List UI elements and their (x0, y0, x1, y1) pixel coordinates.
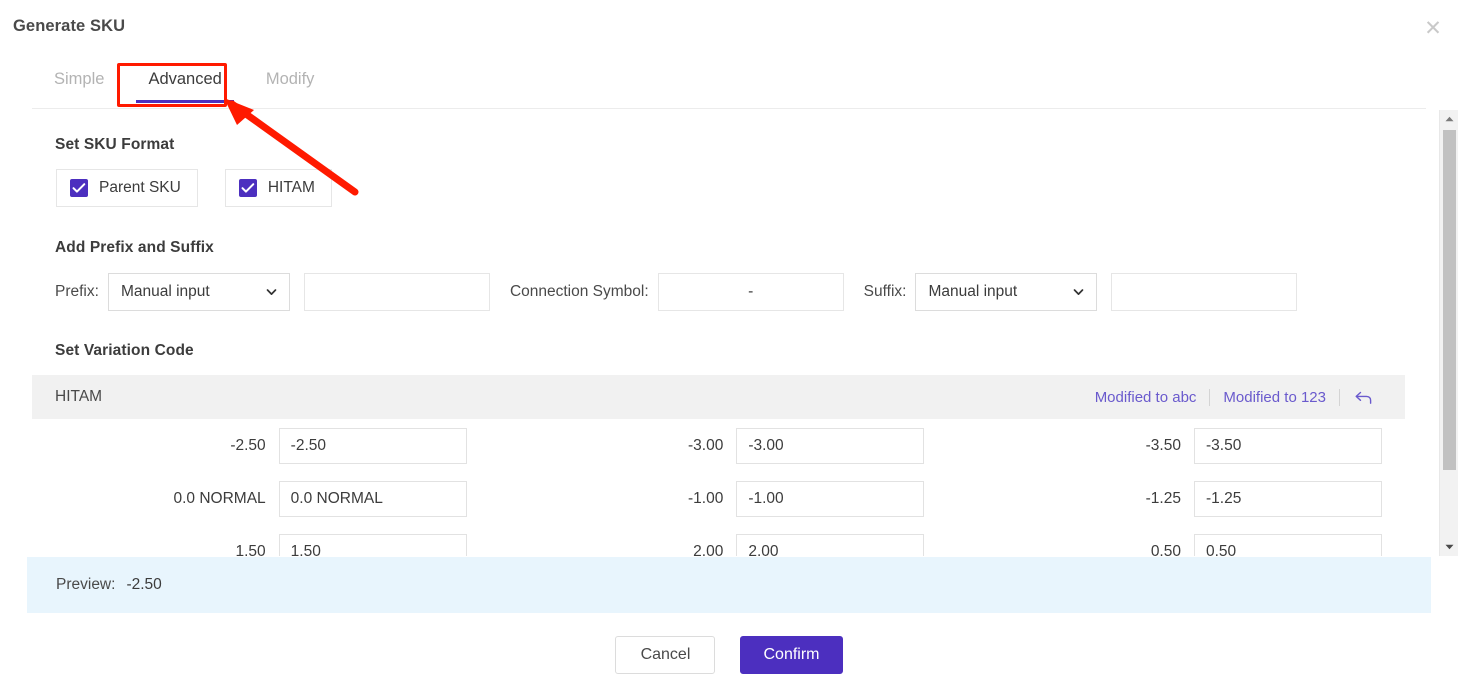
variation-name: 1.50 (235, 542, 266, 557)
prefix-select-value: Manual input (120, 283, 210, 300)
variation-name: 0.0 NORMAL (173, 489, 266, 507)
variation-cell: 0.50 (947, 525, 1405, 556)
prefix-label: Prefix: (55, 283, 99, 300)
variation-name: -1.25 (1145, 489, 1181, 507)
chevron-down-icon (1072, 286, 1085, 299)
tab-modify[interactable]: Modify (244, 62, 337, 103)
preview-bar: Preview: -2.50 (27, 557, 1431, 613)
scrollbar-thumb[interactable] (1443, 130, 1456, 470)
variation-name: 0.50 (1150, 542, 1181, 557)
variation-cell: -3.50 (947, 419, 1405, 472)
undo-arrow-icon[interactable] (1340, 389, 1385, 406)
variation-name: -3.00 (687, 436, 724, 454)
section-title-prefix-suffix: Add Prefix and Suffix (55, 239, 214, 256)
checkbox-hitam-label: HITAM (267, 179, 315, 196)
section-title-variation-code: Set Variation Code (55, 342, 194, 359)
variation-cell: -3.00 (490, 419, 948, 472)
variation-name: 2.00 (693, 542, 724, 557)
prefix-input[interactable] (303, 273, 490, 311)
page-title: Generate SKU (13, 17, 126, 35)
checkmark-icon (70, 179, 88, 197)
dialog-titlebar: Generate SKU ✕ (0, 0, 1458, 56)
checkbox-parent-sku-label: Parent SKU (99, 179, 181, 196)
variation-name: -2.50 (230, 436, 266, 454)
variation-name: -3.50 (1145, 436, 1181, 454)
vertical-scrollbar[interactable] (1439, 110, 1458, 556)
variation-cell: 2.00 (490, 525, 948, 556)
confirm-button[interactable]: Confirm (740, 636, 843, 674)
connection-symbol-label: Connection Symbol: (509, 283, 649, 300)
variation-code-input[interactable] (1193, 480, 1382, 517)
tab-simple[interactable]: Simple (32, 62, 126, 103)
suffix-select-value: Manual input (928, 283, 1018, 300)
variation-cell: 0.0 NORMAL (32, 472, 490, 525)
preview-label: Preview: (56, 576, 116, 593)
variation-cell: 1.50 (32, 525, 490, 556)
chevron-down-icon (265, 286, 278, 299)
variation-code-input[interactable] (736, 533, 925, 556)
suffix-label: Suffix: (863, 283, 907, 300)
variation-header-actions: Modified to abc Modified to 123 (1082, 388, 1385, 406)
preview-value: -2.50 (126, 576, 162, 593)
scroll-up-arrow-icon[interactable] (1440, 110, 1458, 128)
connection-symbol-input[interactable] (657, 273, 844, 311)
variation-cell: -1.00 (490, 472, 948, 525)
prefix-suffix-row: Prefix: Manual input Connection Symbol: … (55, 272, 1298, 312)
variation-code-grid: -2.50 -3.00 -3.50 0.0 NORMAL -1.00 (32, 419, 1405, 556)
variation-code-input[interactable] (1193, 533, 1382, 556)
checkbox-hitam[interactable]: HITAM (224, 169, 332, 207)
variation-code-input[interactable] (736, 427, 925, 464)
sku-format-options: Parent SKU HITAM (56, 169, 332, 207)
tab-advanced[interactable]: Advanced (126, 62, 243, 103)
generate-sku-dialog: Generate SKU ✕ Simple Advanced Modify Se… (0, 0, 1458, 696)
prefix-select[interactable]: Manual input (107, 273, 290, 311)
modified-to-123-link[interactable]: Modified to 123 (1210, 389, 1339, 406)
checkbox-parent-sku[interactable]: Parent SKU (56, 169, 198, 207)
variation-code-input[interactable] (1193, 427, 1382, 464)
variation-code-input[interactable] (278, 427, 467, 464)
tab-bar: Simple Advanced Modify (32, 62, 1426, 108)
close-icon[interactable]: ✕ (1420, 15, 1446, 41)
variation-name: -1.00 (687, 489, 724, 507)
variation-code-input[interactable] (278, 533, 467, 556)
suffix-input[interactable] (1111, 273, 1298, 311)
checkmark-icon (238, 179, 257, 197)
dialog-footer: Cancel Confirm (0, 625, 1458, 696)
modified-to-abc-link[interactable]: Modified to abc (1082, 389, 1210, 406)
variation-group-name: HITAM (55, 388, 103, 405)
cancel-button[interactable]: Cancel (615, 636, 716, 674)
scroll-down-arrow-icon[interactable] (1440, 538, 1458, 556)
variation-cell: -1.25 (947, 472, 1405, 525)
suffix-select[interactable]: Manual input (915, 273, 1098, 311)
variation-code-input[interactable] (278, 480, 467, 517)
variation-code-input[interactable] (736, 480, 925, 517)
section-title-sku-format: Set SKU Format (55, 136, 175, 153)
dialog-scroll-area: Set SKU Format Parent SKU HITAM Add Pref… (0, 109, 1458, 556)
variation-cell: -2.50 (32, 419, 490, 472)
variation-group-header: HITAM Modified to abc Modified to 123 (32, 375, 1405, 419)
